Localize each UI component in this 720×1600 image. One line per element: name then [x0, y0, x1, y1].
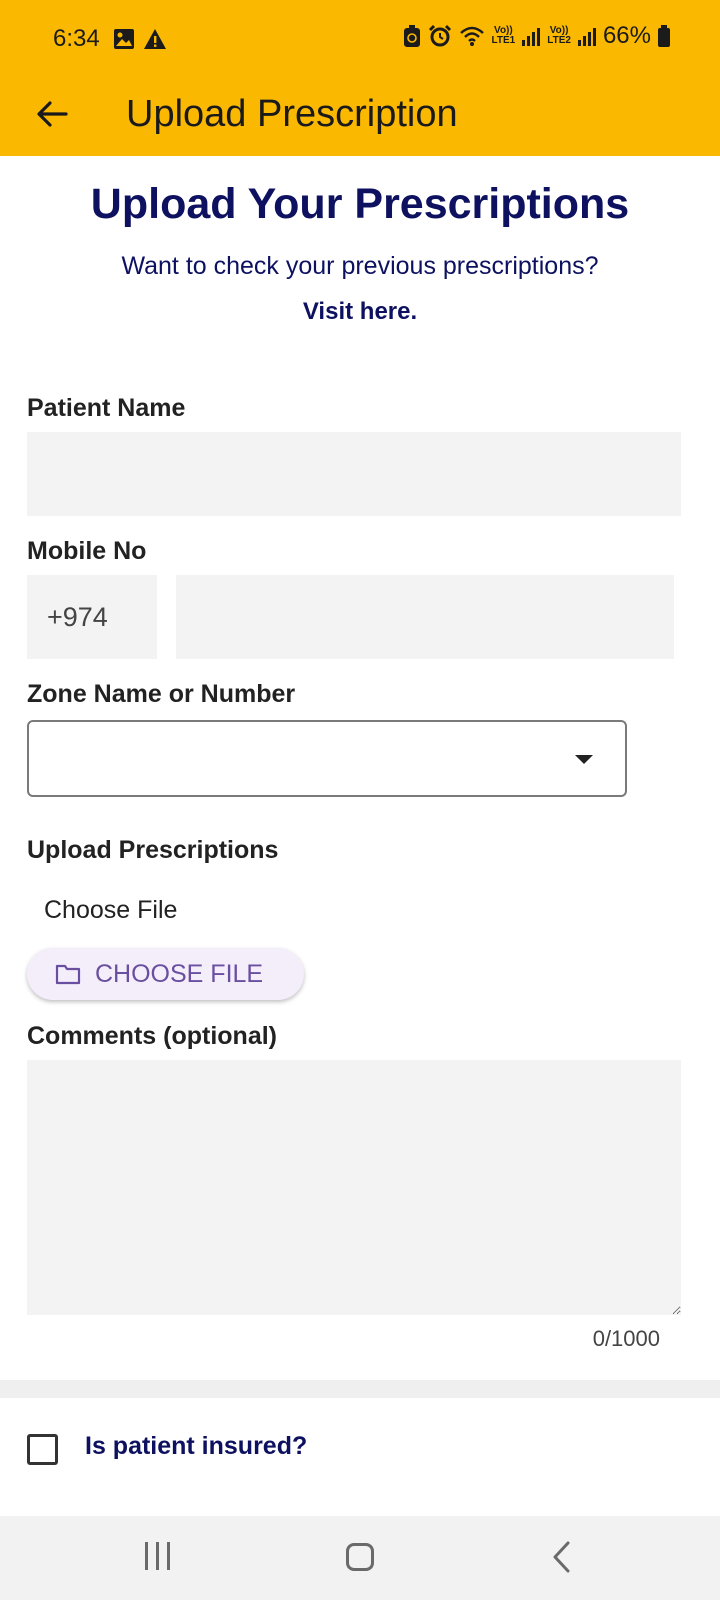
arrow-left-icon[interactable]: [32, 94, 72, 134]
battery-icon: [658, 25, 670, 47]
wifi-icon: [459, 26, 484, 46]
insured-label[interactable]: Is patient insured?: [85, 1432, 307, 1461]
previous-prescriptions-text: Want to check your previous prescription…: [121, 252, 599, 280]
signal-icon: [522, 26, 541, 46]
comments-label: Comments (optional): [27, 1022, 277, 1050]
alarm-icon: [428, 24, 451, 47]
character-counter: 0/1000: [592, 1326, 660, 1351]
patient-name-input[interactable]: [27, 432, 681, 516]
signal-icon: [577, 26, 596, 46]
zone-label: Zone Name or Number: [27, 680, 296, 708]
sim1-network: Vo)) LTE1: [491, 25, 516, 46]
battery-percent: 66%: [602, 22, 651, 49]
home-icon[interactable]: [346, 1543, 374, 1571]
warning-icon: [144, 29, 166, 49]
app-bar: Upload Prescription: [0, 80, 720, 156]
mobile-label: Mobile No: [27, 537, 147, 565]
recents-icon[interactable]: [145, 1542, 170, 1570]
country-code: +974: [27, 575, 157, 659]
battery-saver-icon: [403, 25, 420, 47]
gallery-icon: [114, 29, 134, 49]
comments-textarea[interactable]: [27, 1060, 681, 1315]
mobile-input[interactable]: [176, 575, 674, 659]
back-icon[interactable]: [550, 1540, 574, 1574]
status-bar: 6:34 Vo)) LTE1 Vo)) LTE2 66%: [0, 0, 720, 80]
choose-file-button-label: CHOOSE FILE: [95, 959, 264, 988]
choose-file-text: Choose File: [44, 896, 178, 924]
choose-file-button[interactable]: CHOOSE FILE: [27, 948, 304, 1000]
dropdown-arrow-icon: [575, 755, 593, 764]
patient-name-label: Patient Name: [27, 394, 186, 422]
app-title: Upload Prescription: [126, 93, 458, 135]
zone-dropdown[interactable]: [27, 720, 627, 797]
visit-here-link[interactable]: Visit here.: [0, 298, 720, 326]
page-heading: Upload Your Prescriptions: [90, 180, 630, 228]
insured-checkbox[interactable]: [27, 1434, 58, 1465]
system-nav-bar: [0, 1516, 720, 1600]
sim2-network: Vo)) LTE2: [547, 25, 571, 46]
folder-icon: [55, 964, 81, 985]
status-time: 6:34: [53, 25, 100, 52]
divider: [0, 1380, 720, 1398]
upload-label: Upload Prescriptions: [27, 836, 279, 864]
